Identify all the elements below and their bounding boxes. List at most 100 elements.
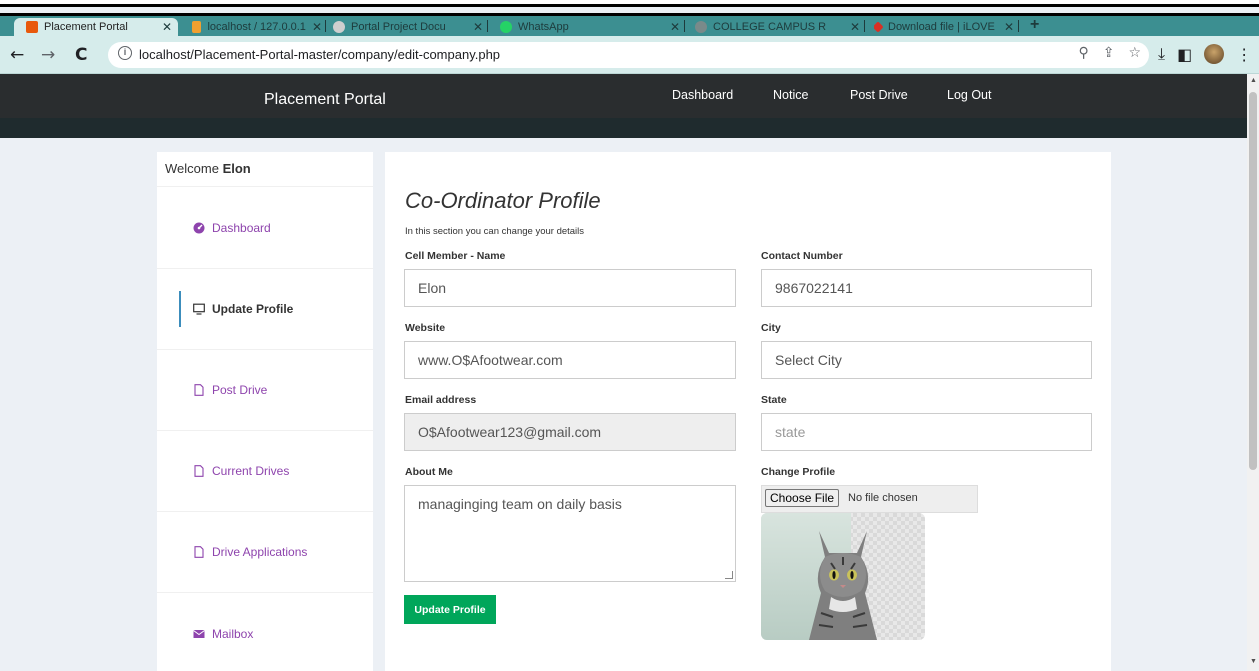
tab-separator [325, 20, 326, 32]
tab-strip: Placement Portal ✕ localhost / 127.0.0.1… [0, 16, 1259, 36]
sidebar-item-current-drives[interactable]: Current Drives [157, 431, 373, 512]
profile-photo [761, 513, 925, 640]
name-field[interactable]: Elon [404, 269, 736, 307]
page-scrollbar[interactable]: ▲ ▼ [1247, 74, 1259, 671]
close-tab-icon[interactable]: ✕ [312, 20, 322, 34]
resize-handle-icon[interactable] [725, 571, 733, 579]
navbar-bottom-band [0, 118, 1247, 138]
side-panel-icon[interactable]: ◧ [1177, 45, 1192, 64]
tab-phpmyadmin[interactable]: localhost / 127.0.0.1 ✕ [192, 18, 322, 36]
window-top-border [0, 0, 1259, 7]
sidebar-item-drive-applications[interactable]: Drive Applications [157, 512, 373, 593]
update-profile-button[interactable]: Update Profile [404, 595, 496, 624]
favicon-icon [192, 21, 202, 33]
tab-label: localhost / 127.0.0.1 [207, 21, 306, 33]
tab-label: Download file | iLOVE [888, 21, 995, 33]
sidebar: Welcome Elon Dashboard Update Profile Po… [157, 152, 373, 671]
city-label: City [761, 322, 781, 334]
forward-arrow-icon[interactable]: → [41, 45, 55, 65]
url-text[interactable]: localhost/Placement-Portal-master/compan… [139, 47, 500, 62]
profile-panel: Co-Ordinator Profile In this section you… [385, 152, 1111, 671]
dashboard-icon [193, 222, 205, 234]
city-select[interactable]: Select City [761, 341, 1092, 379]
sidebar-item-label: Mailbox [212, 626, 254, 641]
tab-label: WhatsApp [518, 21, 569, 33]
tab-separator [487, 20, 488, 32]
download-icon[interactable]: ⤓ [1158, 44, 1165, 64]
envelope-icon [193, 629, 205, 638]
share-icon[interactable]: ⇪ [1103, 45, 1115, 61]
about-label: About Me [405, 466, 453, 478]
menu-kebab-icon[interactable]: ⋮ [1236, 45, 1252, 64]
change-profile-label: Change Profile [761, 466, 836, 478]
whatsapp-icon [500, 21, 512, 33]
state-label: State [761, 394, 787, 406]
reload-icon[interactable]: C [75, 45, 87, 65]
tab-portal-docs[interactable]: Portal Project Docu ✕ [333, 18, 483, 36]
welcome-user-name: Elon [222, 161, 251, 176]
address-bar: ← → C i localhost/Placement-Portal-maste… [0, 36, 1259, 74]
close-tab-icon[interactable]: ✕ [162, 20, 172, 34]
state-field[interactable]: state [761, 413, 1092, 451]
tab-whatsapp[interactable]: WhatsApp ✕ [500, 18, 680, 36]
sidebar-item-post-drive[interactable]: Post Drive [157, 350, 373, 431]
choose-file-button[interactable]: Choose File [765, 489, 840, 507]
page-subtitle: In this section you can change your deta… [405, 226, 585, 237]
email-field: O$Afootwear123@gmail.com [404, 413, 736, 451]
welcome-text: Welcome Elon [157, 152, 373, 187]
zoom-icon[interactable]: ⚲ [1078, 45, 1088, 61]
scroll-down-arrow-icon[interactable]: ▼ [1250, 658, 1257, 665]
name-label: Cell Member - Name [405, 250, 506, 262]
bookmark-star-icon[interactable]: ☆ [1128, 45, 1141, 61]
close-tab-icon[interactable]: ✕ [670, 20, 680, 34]
sidebar-item-update-profile[interactable]: Update Profile [157, 269, 373, 350]
page-title: Co-Ordinator Profile [405, 188, 601, 213]
sidebar-item-label: Update Profile [212, 302, 294, 316]
tab-download-file[interactable]: Download file | iLOVE ✕ [874, 18, 1014, 36]
close-tab-icon[interactable]: ✕ [473, 20, 483, 34]
tab-separator [1018, 20, 1019, 32]
back-arrow-icon[interactable]: ← [10, 45, 24, 65]
scroll-up-arrow-icon[interactable]: ▲ [1250, 77, 1257, 84]
file-icon [194, 465, 204, 477]
tab-separator [684, 20, 685, 32]
nav-dashboard[interactable]: Dashboard [672, 88, 733, 102]
sidebar-item-label: Post Drive [212, 383, 268, 397]
website-field[interactable]: www.O$Afootwear.com [404, 341, 736, 379]
tab-placement-portal[interactable]: Placement Portal ✕ [14, 18, 178, 36]
sidebar-item-label: Current Drives [212, 464, 290, 478]
sidebar-item-dashboard[interactable]: Dashboard [157, 188, 373, 269]
favicon-icon [695, 21, 707, 33]
file-icon [194, 384, 204, 396]
tab-college-campus[interactable]: COLLEGE CAMPUS R ✕ [695, 18, 860, 36]
nav-post-drive[interactable]: Post Drive [850, 88, 908, 102]
brand-logo[interactable]: Placement Portal [264, 91, 386, 109]
tab-label: Portal Project Docu [351, 21, 446, 33]
monitor-icon [193, 303, 205, 315]
sidebar-item-label: Drive Applications [212, 545, 308, 559]
about-textarea[interactable]: managinging team on daily basis [404, 485, 736, 582]
profile-avatar[interactable] [1204, 44, 1225, 64]
file-icon [194, 546, 204, 558]
tab-label: COLLEGE CAMPUS R [713, 21, 827, 33]
nav-notice[interactable]: Notice [773, 88, 808, 102]
nav-log-out[interactable]: Log Out [947, 88, 991, 102]
about-text: managinging team on daily basis [418, 496, 622, 512]
close-tab-icon[interactable]: ✕ [1004, 20, 1014, 34]
no-file-text: No file chosen [848, 492, 918, 504]
profile-file-input: Choose File No file chosen [761, 485, 978, 513]
contact-field[interactable]: 9867022141 [761, 269, 1092, 307]
close-tab-icon[interactable]: ✕ [850, 20, 860, 34]
site-info-icon[interactable]: i [118, 46, 132, 60]
welcome-prefix: Welcome [165, 161, 219, 176]
new-tab-icon[interactable]: + [1030, 16, 1039, 34]
favicon-icon [26, 21, 38, 33]
scrollbar-thumb[interactable] [1249, 92, 1257, 470]
url-omnibox[interactable]: i localhost/Placement-Portal-master/comp… [108, 42, 1149, 68]
tab-label: Placement Portal [44, 21, 128, 33]
sidebar-item-mailbox[interactable]: Mailbox [157, 593, 373, 671]
favicon-icon [333, 21, 345, 33]
heart-icon [874, 21, 884, 33]
email-label: Email address [405, 394, 477, 406]
cat-image [809, 531, 877, 640]
